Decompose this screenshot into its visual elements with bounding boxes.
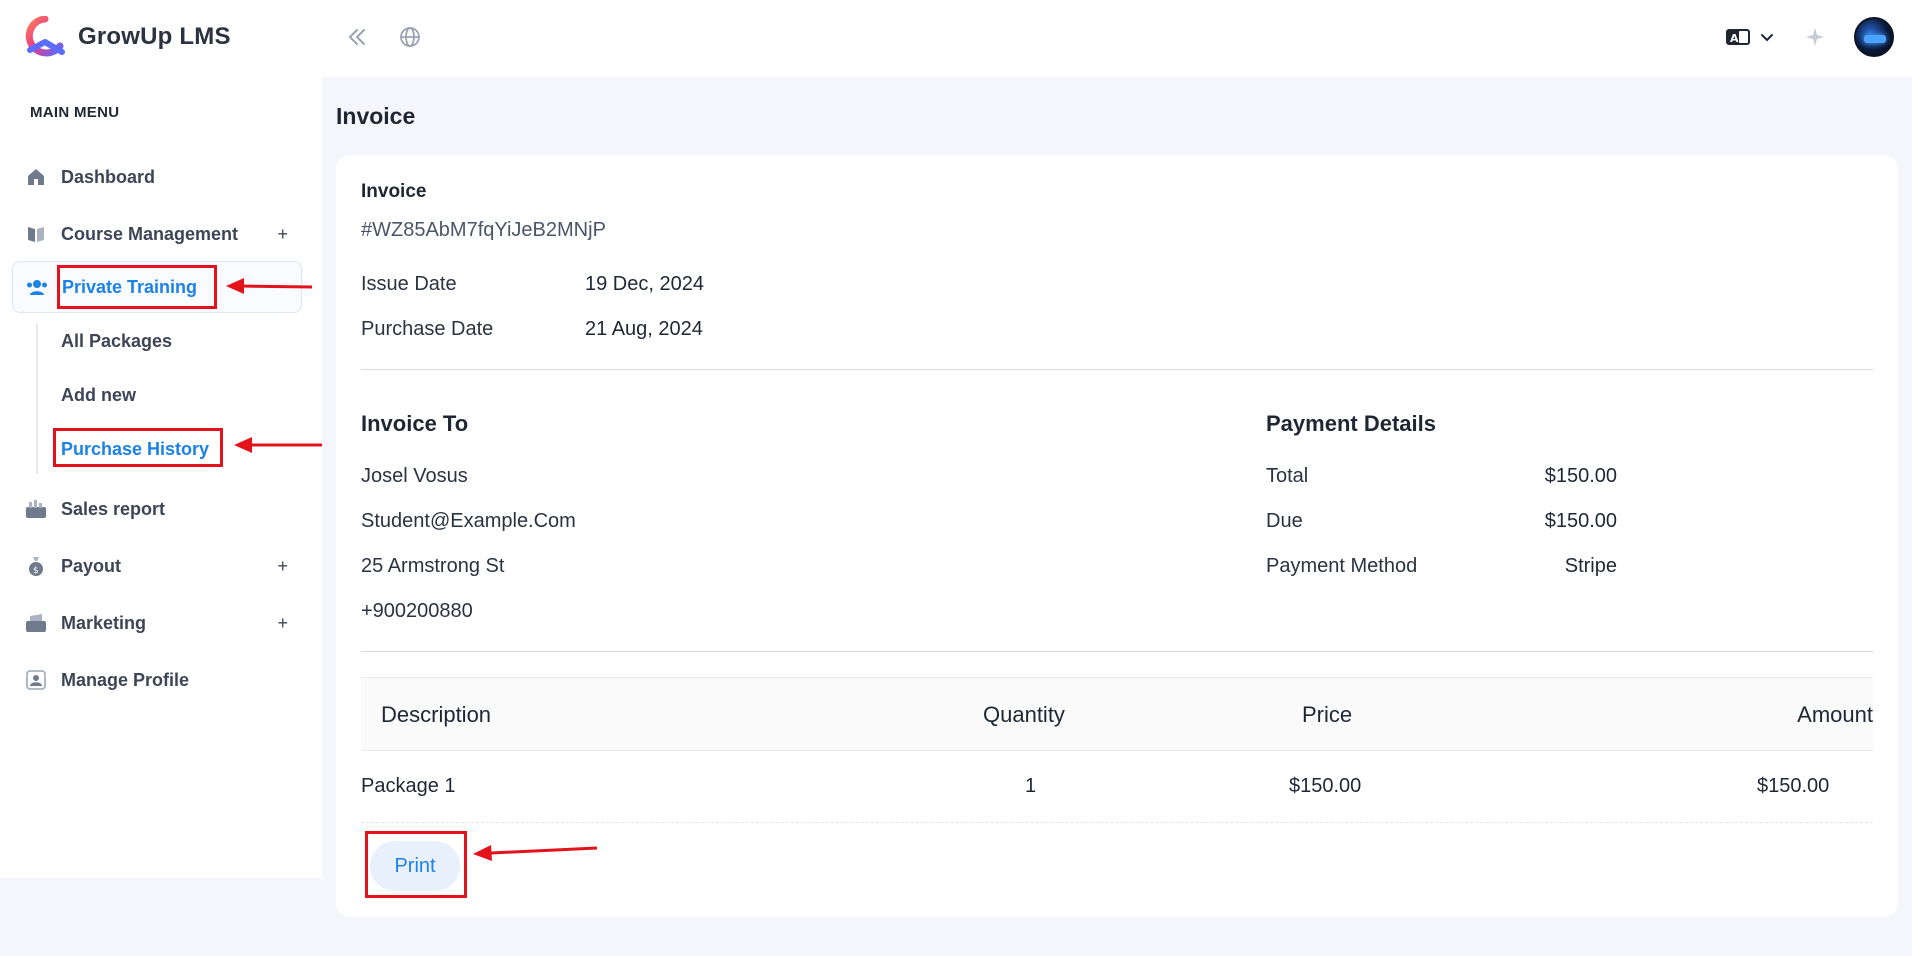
chart-icon xyxy=(25,498,47,520)
invoice-to-title: Invoice To xyxy=(361,411,469,436)
column-header-amount: Amount xyxy=(1797,702,1873,727)
annotation-box-purchase-history xyxy=(53,428,223,467)
table-header: Description Quantity Price Amount xyxy=(361,677,1873,751)
sidebar-item-marketing[interactable]: Marketing + xyxy=(12,597,302,649)
app-logo[interactable]: GrowUp LMS xyxy=(22,16,231,58)
sidebar-item-label: Payout xyxy=(61,555,122,576)
top-header: GrowUp LMS A xyxy=(0,0,1912,77)
invoice-label: Invoice xyxy=(361,181,427,202)
app-name: GrowUp LMS xyxy=(78,23,231,50)
sidebar-item-label: Course Management xyxy=(61,223,239,244)
row-quantity: 1 xyxy=(1025,775,1037,797)
row-divider xyxy=(361,822,1873,823)
moneybag-icon: $ xyxy=(25,555,47,577)
expand-icon[interactable]: + xyxy=(277,556,288,577)
divider xyxy=(361,369,1873,370)
payment-method-label: Payment Method xyxy=(1266,555,1418,577)
main-menu-title: MAIN MENU xyxy=(30,104,120,121)
annotation-arrow-icon xyxy=(473,845,598,861)
submenu-item-all-packages[interactable]: All Packages xyxy=(61,331,172,352)
customer-email: Student@Example.Com xyxy=(361,510,576,532)
globe-icon[interactable] xyxy=(395,22,425,52)
issue-date-value: 19 Dec, 2024 xyxy=(585,273,704,295)
sparkle-icon[interactable] xyxy=(1800,22,1830,52)
column-header-quantity: Quantity xyxy=(983,702,1065,727)
annotation-arrow-icon xyxy=(234,437,322,453)
annotation-arrow-icon xyxy=(226,278,313,294)
home-icon xyxy=(25,166,47,188)
column-header-price: Price xyxy=(1302,702,1353,727)
growup-logo-icon xyxy=(25,16,65,57)
purchase-date-label: Purchase Date xyxy=(361,318,494,340)
sidebar-item-dashboard[interactable]: Dashboard xyxy=(12,151,302,203)
sidebar-item-course-management[interactable]: Course Management + xyxy=(12,208,302,260)
invoice-card: Invoice #WZ85AbM7fqYiJeB2MNjP Issue Date… xyxy=(336,155,1898,917)
row-price: $150.00 xyxy=(1289,775,1362,797)
collapse-sidebar-icon[interactable] xyxy=(342,22,372,52)
due-value: $150.00 xyxy=(1544,510,1617,532)
svg-text:A: A xyxy=(1730,32,1739,45)
row-amount: $150.00 xyxy=(1757,775,1830,797)
submenu-line xyxy=(36,324,38,474)
issue-date-label: Issue Date xyxy=(361,273,457,295)
user-avatar[interactable] xyxy=(1854,17,1894,57)
book-icon xyxy=(25,223,47,245)
due-label: Due xyxy=(1266,510,1303,532)
total-value: $150.00 xyxy=(1544,465,1617,487)
svg-text:$: $ xyxy=(33,566,39,576)
submenu-item-add-new[interactable]: Add new xyxy=(61,385,136,406)
sidebar-item-payout[interactable]: $ Payout + xyxy=(12,540,302,592)
expand-icon[interactable]: + xyxy=(277,613,288,634)
payment-method-value: Stripe xyxy=(1564,555,1617,577)
profile-icon xyxy=(25,669,47,691)
divider xyxy=(361,651,1873,652)
customer-address: 25 Armstrong St xyxy=(361,555,505,577)
annotation-box-private-training xyxy=(57,265,217,309)
customer-phone: +900200880 xyxy=(361,600,473,622)
payment-details-title: Payment Details xyxy=(1266,411,1436,436)
sidebar-item-sales-report[interactable]: Sales report xyxy=(12,483,302,535)
language-switch-icon[interactable]: A xyxy=(1722,22,1782,52)
total-label: Total xyxy=(1266,465,1309,487)
expand-icon[interactable]: + xyxy=(277,224,288,245)
column-header-description: Description xyxy=(381,702,492,727)
row-description: Package 1 xyxy=(361,775,456,797)
annotation-box-print xyxy=(365,831,467,898)
purchase-date-value: 21 Aug, 2024 xyxy=(585,318,703,340)
sidebar-item-label: Manage Profile xyxy=(61,669,190,690)
users-icon xyxy=(26,276,48,298)
sidebar-item-label: Sales report xyxy=(61,498,166,519)
megaphone-icon xyxy=(25,612,47,634)
sidebar-item-label: Marketing xyxy=(61,612,147,633)
sidebar-item-manage-profile[interactable]: Manage Profile xyxy=(12,654,302,706)
page-title: Invoice xyxy=(336,103,416,129)
sidebar: MAIN MENU Dashboard Course Management + … xyxy=(0,77,322,878)
sidebar-item-label: Dashboard xyxy=(61,166,156,187)
customer-name: Josel Vosus xyxy=(361,465,468,487)
invoice-id: #WZ85AbM7fqYiJeB2MNjP xyxy=(361,219,606,241)
